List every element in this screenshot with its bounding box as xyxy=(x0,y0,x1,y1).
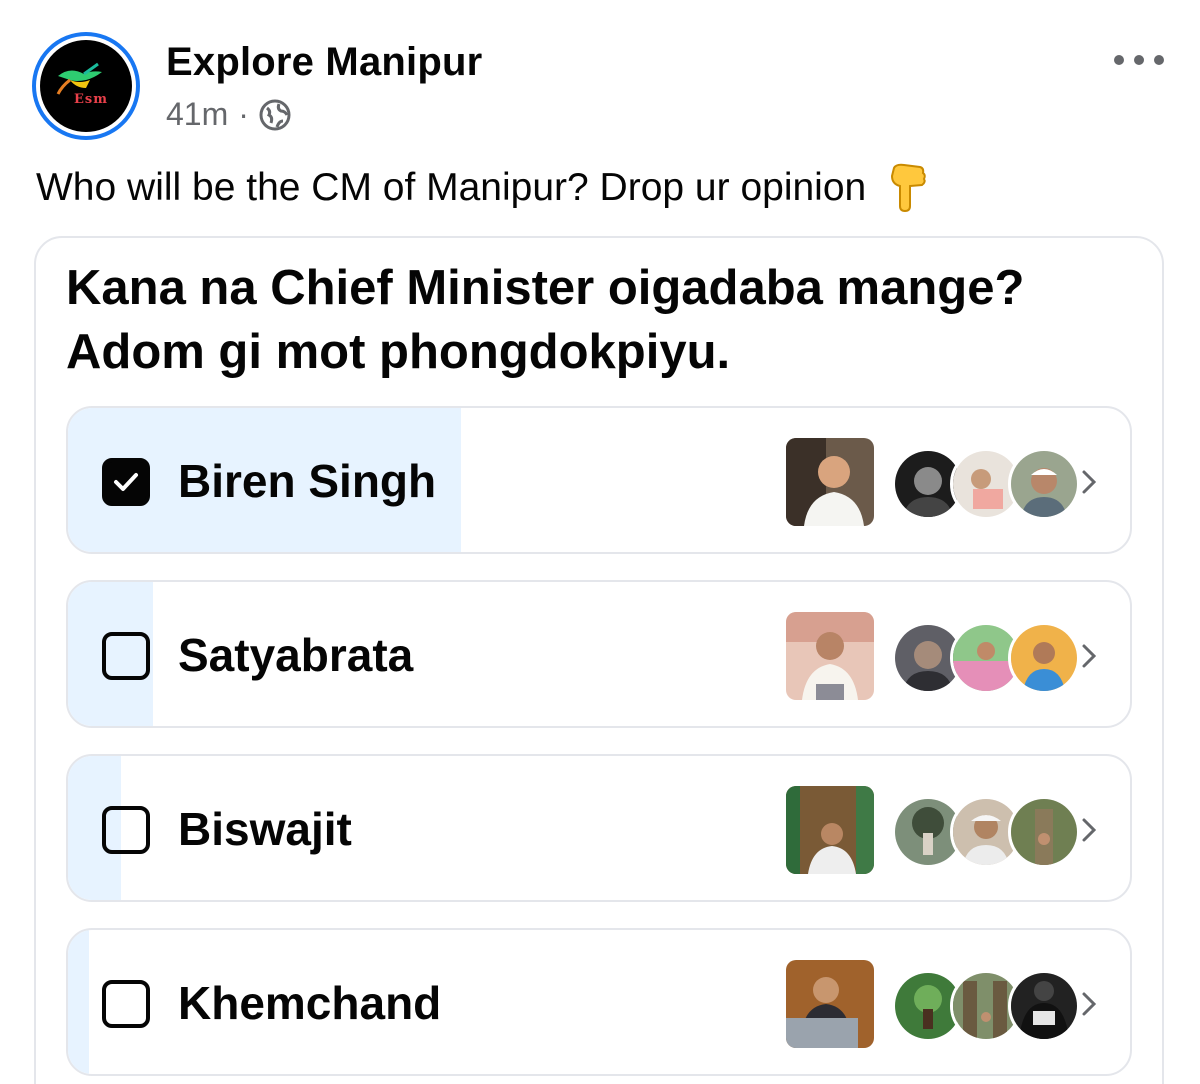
post-timestamp[interactable]: 41m xyxy=(166,96,228,133)
pointing-down-icon xyxy=(888,162,932,214)
checkmark-icon xyxy=(114,473,138,491)
poll-option-biswajit[interactable]: Biswajit xyxy=(66,754,1132,902)
option-label: Biren Singh xyxy=(178,455,437,507)
more-options-dot xyxy=(1134,55,1144,65)
vote-share-bar xyxy=(68,930,90,1074)
option-label: Khemchand xyxy=(178,977,442,1029)
more-options-button[interactable] xyxy=(1114,48,1164,72)
poll-option-khemchand[interactable]: Khemchand xyxy=(66,928,1132,1076)
option-label: Satyabrata xyxy=(178,629,414,681)
candidate-photo xyxy=(786,612,874,700)
option-checkbox[interactable] xyxy=(102,458,150,506)
more-options-icon xyxy=(1114,55,1124,65)
poll-option-satyabrata[interactable]: Satyabrata xyxy=(66,580,1132,728)
page-avatar[interactable]: Esm xyxy=(32,32,140,140)
post-meta: 41m · xyxy=(166,96,291,133)
voter-avatars[interactable] xyxy=(892,796,1080,868)
candidate-photo xyxy=(786,438,874,526)
chevron-right-icon xyxy=(1082,470,1097,494)
candidate-photo xyxy=(786,786,874,874)
logo-text: Esm xyxy=(74,92,108,107)
post-caption: Who will be the CM of Manipur? Drop ur o… xyxy=(36,162,932,214)
page-logo: Esm xyxy=(40,40,132,132)
voter-avatar xyxy=(1008,796,1080,868)
candidate-photo xyxy=(786,960,874,1048)
globe-icon xyxy=(259,99,291,130)
poll-question: Kana na Chief Minister oigadaba mange? A… xyxy=(66,261,1025,379)
facebook-post: Esm Explore Manipur 41m · Who will be th… xyxy=(0,0,1200,1084)
option-checkbox[interactable] xyxy=(102,980,150,1028)
chevron-right-icon xyxy=(1082,818,1097,842)
voter-avatar xyxy=(1008,622,1080,694)
chevron-right-icon xyxy=(1082,992,1097,1016)
voter-avatars[interactable] xyxy=(892,448,1080,520)
hummingbird-logo-icon xyxy=(56,62,102,95)
option-checkbox[interactable] xyxy=(102,632,150,680)
voter-avatars[interactable] xyxy=(892,622,1080,694)
more-options-dot xyxy=(1154,55,1164,65)
voter-avatars[interactable] xyxy=(892,970,1080,1042)
poll-option-biren-singh[interactable]: Biren Singh xyxy=(66,406,1132,554)
chevron-right-icon xyxy=(1082,644,1097,668)
meta-separator: · xyxy=(238,96,249,132)
caption-text: Who will be the CM of Manipur? Drop ur o… xyxy=(36,166,867,209)
page-name[interactable]: Explore Manipur xyxy=(166,40,482,85)
voter-avatar xyxy=(1008,448,1080,520)
voter-avatar xyxy=(1008,970,1080,1042)
option-label: Biswajit xyxy=(178,803,352,855)
option-checkbox[interactable] xyxy=(102,806,150,854)
